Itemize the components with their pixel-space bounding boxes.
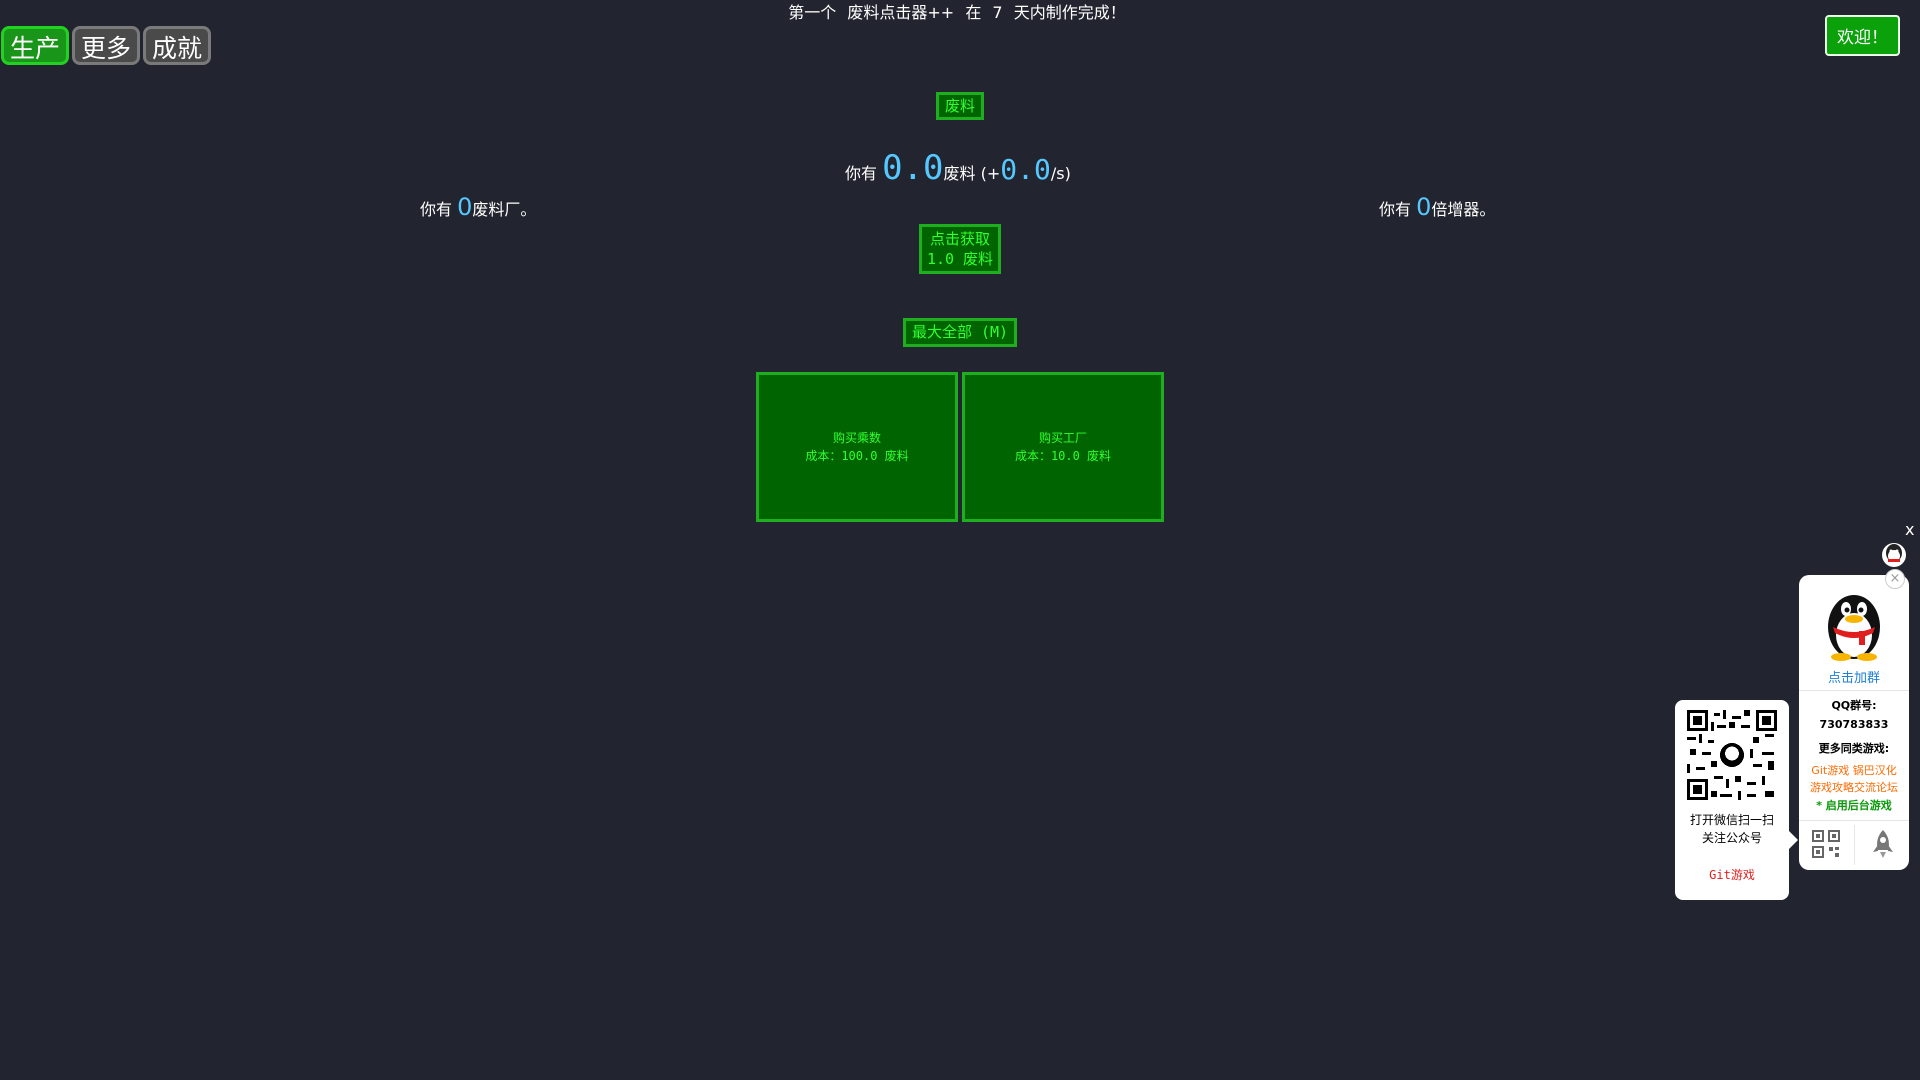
news-part-2: 废料点击器++ [847,3,955,22]
rocket-top-icon[interactable] [1869,828,1897,860]
more-games-label: 更多同类游戏: [1818,742,1890,755]
multiplier-suffix: 倍增器。 [1431,200,1496,219]
buy-factory-cost: 成本：10.0 废料 [1014,449,1112,463]
welcome-button[interactable]: 欢迎！ [1825,15,1900,56]
max-all-label: 最大全部 (M) [911,323,1009,341]
qq-divider [1799,690,1909,691]
qq-group-number: 730783833 [1819,718,1889,731]
git-games-link[interactable]: Git游戏 [1811,764,1849,777]
qq-panel-close-icon[interactable]: × [1885,569,1905,589]
side-widget-close-x[interactable]: x [1905,520,1914,539]
factory-counter: 你有 0废料厂。 [420,193,536,221]
multiplier-count: 0 [1416,193,1432,221]
qq-icon-divider [1854,825,1855,865]
scrap-rate-open: (+ [980,164,1001,183]
scrap-resource-label: 废料 [944,97,975,115]
max-all-button[interactable]: 最大全部 (M) [903,318,1017,347]
guoba-link[interactable]: 锅巴汉化 [1853,764,1897,777]
more-games-links: Git游戏 锅巴汉化 [1799,762,1909,778]
multiplier-counter: 你有 0倍增器。 [1379,193,1495,221]
qr-git-games-link[interactable]: Git游戏 [1675,866,1789,883]
factory-suffix: 废料厂。 [472,200,537,219]
qq-penguin-icon[interactable] [1821,587,1887,661]
scrap-resource-button[interactable]: 废料 [936,92,984,120]
multiplier-prefix: 你有 [1379,200,1412,219]
scrap-rate: 0.0 [1000,153,1051,186]
buy-factory-title: 购买工厂 [1038,431,1087,445]
tab-achievements[interactable]: 成就 [143,26,212,65]
buy-multiplier-title: 购买乘数 [832,431,881,445]
news-part-3: 在 [965,3,982,22]
news-ticker: 第一个 废料点击器++ 在 7 天内制作完成！ [0,0,1920,26]
buy-multiplier-cost: 成本：100.0 废料 [805,449,909,463]
main-tabs: 生产 更多 成就 [1,26,212,65]
buy-multiplier-button[interactable]: 购买乘数 成本：100.0 废料 [756,372,958,522]
join-group-link[interactable]: 点击加群 [1799,667,1909,686]
wechat-qr-code [1687,710,1777,800]
scrap-prefix: 你有 [845,164,878,183]
mascot-toggle-icon[interactable] [1880,541,1908,569]
news-part-1: 第一个 [788,3,837,22]
click-gain-line2: 1.0 废料 [926,250,994,268]
factory-count: 0 [457,193,473,221]
factory-prefix: 你有 [420,200,453,219]
news-part-4: 7 [992,3,1003,22]
qq-group-panel: × 点击加群 QQ群号: 730783833 更多同类游戏: Git游戏 锅巴汉… [1799,569,1909,870]
scrap-unit: 废料 [943,164,976,183]
qr-panel-arrow [1789,831,1798,849]
tab-production[interactable]: 生产 [1,26,70,65]
click-gain-line1: 点击获取 [929,230,990,248]
scrap-amount: 0.0 [882,148,944,188]
background-game-link[interactable]: * 启用后台游戏 [1799,797,1909,813]
forum-link[interactable]: 游戏攻略交流论坛 [1799,779,1909,795]
scrap-rate-close: /s) [1050,164,1071,183]
qr-instruction-2: 关注公众号 [1701,831,1762,845]
qr-code-toggle-icon[interactable] [1812,830,1840,858]
qr-instruction-1: 打开微信扫一扫 [1689,813,1774,827]
click-gain-button[interactable]: 点击获取 1.0 废料 [919,224,1001,274]
news-part-5: 天内制作完成！ [1013,3,1126,22]
qq-group-label: QQ群号: [1831,699,1877,712]
scrap-counter: 你有 0.0废料 (+0.0/s) [845,148,1071,188]
qq-bottom-divider [1799,820,1909,821]
wechat-qr-panel: 打开微信扫一扫 关注公众号 Git游戏 [1675,700,1789,900]
buy-factory-button[interactable]: 购买工厂 成本：10.0 废料 [962,372,1164,522]
tab-more[interactable]: 更多 [72,26,141,65]
